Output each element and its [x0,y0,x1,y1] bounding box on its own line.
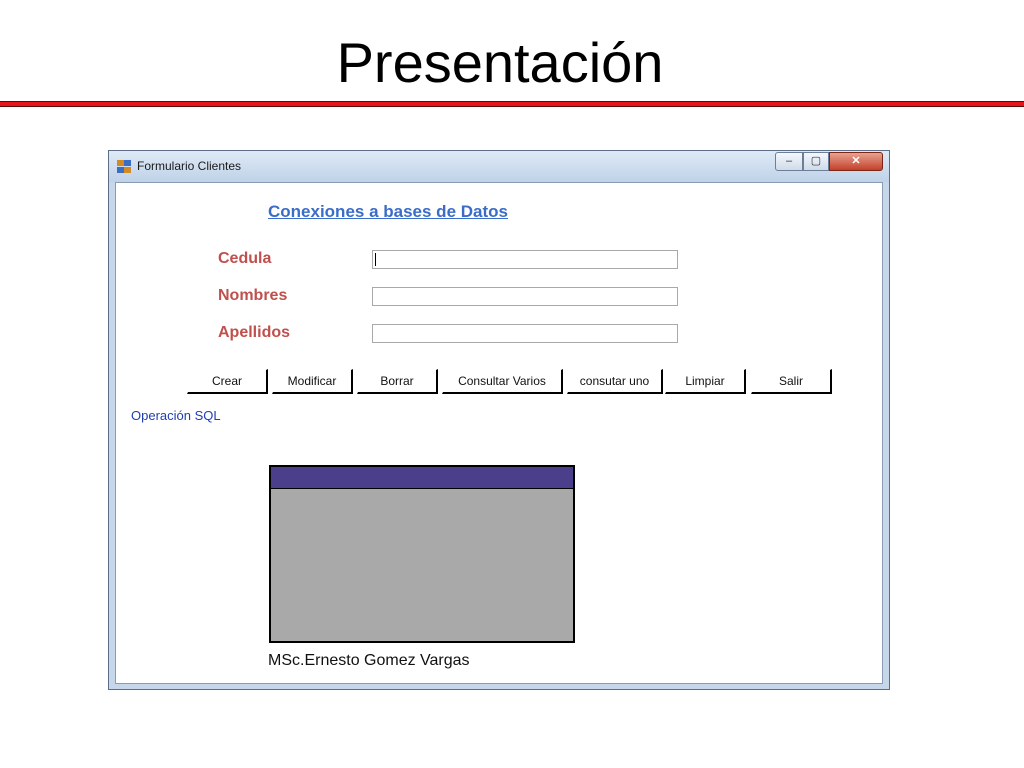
nombres-label: Nombres [218,287,288,304]
data-grid-header [271,467,573,489]
form-client-area: Conexiones a bases de Datos Cedula Nombr… [115,182,883,684]
window-titlebar[interactable]: Formulario Clientes – ▢ ✕ [109,151,889,182]
borrar-button[interactable]: Borrar [357,369,438,394]
form-app-icon [117,160,131,173]
consultar-uno-button[interactable]: consutar uno [567,369,663,394]
cedula-input[interactable] [372,250,678,269]
cedula-label: Cedula [218,250,272,267]
maximize-icon: ▢ [810,155,822,167]
nombres-input[interactable] [372,287,678,306]
minimize-button[interactable]: – [775,152,803,171]
slide-title: Presentación [336,31,664,94]
author-label: MSc.Ernesto Gomez Vargas [268,652,470,669]
modificar-button[interactable]: Modificar [272,369,353,394]
apellidos-label: Apellidos [218,324,291,341]
form-window: Formulario Clientes – ▢ ✕ Conexiones a b… [108,150,890,690]
limpiar-button[interactable]: Limpiar [665,369,746,394]
sql-operation-label: Operación SQL [131,408,221,423]
text-caret [375,253,376,266]
salir-button[interactable]: Salir [751,369,832,394]
consultar-varios-button[interactable]: Consultar Varios [442,369,563,394]
form-header: Conexiones a bases de Datos [268,202,508,221]
close-icon: ✕ [851,155,861,167]
apellidos-input[interactable] [372,324,678,343]
maximize-button[interactable]: ▢ [803,152,829,171]
close-button[interactable]: ✕ [829,152,883,171]
minimize-icon: – [785,155,793,167]
title-divider [0,101,1024,107]
data-grid[interactable] [269,465,575,643]
window-title: Formulario Clientes [137,159,242,173]
crear-button[interactable]: Crear [187,369,268,394]
